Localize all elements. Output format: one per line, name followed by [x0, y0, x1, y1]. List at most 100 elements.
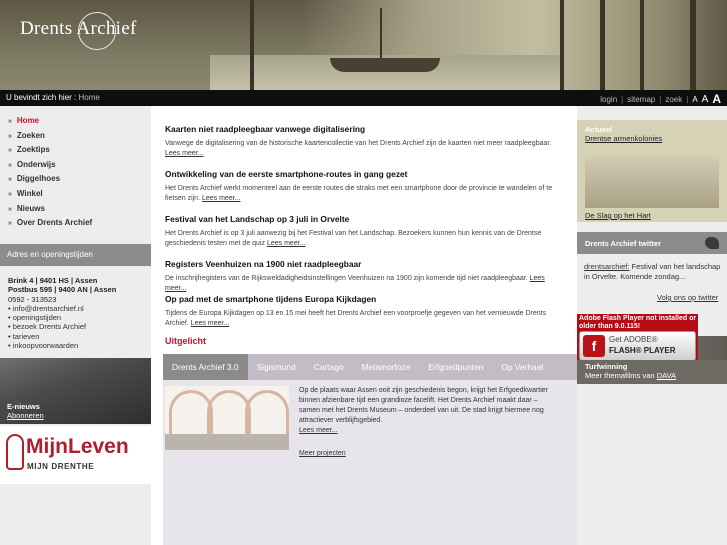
breadcrumb-home[interactable]: Home: [79, 93, 100, 102]
read-more-link[interactable]: Lees meer...: [267, 240, 306, 247]
visit-link[interactable]: bezoek Drents Archief: [13, 322, 86, 331]
actueel-link[interactable]: Drentse armenkolonies: [585, 134, 662, 143]
news-item: Festival van het Landschap op 3 juli in …: [165, 214, 557, 249]
news-title[interactable]: Festival van het Landschap op 3 juli in …: [165, 214, 557, 224]
actueel-link-2[interactable]: De Slag op het Hart: [585, 211, 651, 220]
head-silhouette-icon: [6, 434, 24, 470]
news-body: Tijdens de Europa Kijkdagen op 13 en 15 …: [165, 310, 547, 327]
mijnleven-title: MijnLeven: [26, 435, 129, 458]
news-item: Ontwikkeling van de eerste smartphone-ro…: [165, 169, 557, 204]
actueel-image[interactable]: [585, 156, 719, 208]
chevron-right-icon: »: [8, 220, 12, 228]
read-more-link[interactable]: Lees meer...: [202, 195, 241, 202]
featured-panel: Op de plaats waar Assen ooit zijn geschi…: [163, 380, 577, 545]
dava-link[interactable]: DAVA: [657, 371, 676, 380]
address-phone: 0592 - 313523: [8, 294, 57, 304]
read-more-link[interactable]: Lees meer...: [191, 320, 230, 327]
tweet: drentsarchief: Festival van het landscha…: [584, 262, 722, 281]
sitemap-link[interactable]: sitemap: [627, 95, 655, 104]
enews-title: E-nieuws: [7, 402, 40, 411]
nav-item-nieuws[interactable]: » Nieuws: [8, 202, 151, 217]
tree-decor: [560, 0, 564, 90]
tree-decor: [690, 0, 696, 90]
separator: |: [686, 94, 689, 104]
right-sidebar: Actueel Drentse armenkolonies De Slag op…: [577, 106, 727, 545]
purchase-terms-link[interactable]: inkoopvoorwaarden: [13, 341, 78, 350]
search-link[interactable]: zoek: [665, 95, 682, 104]
nav-item-home[interactable]: » Home: [8, 114, 151, 129]
nav-item-zoeken[interactable]: » Zoeken: [8, 129, 151, 144]
nav-item-over[interactable]: » Over Drents Archief: [8, 216, 151, 231]
main-content: Kaarten niet raadpleegbaar vanwege digit…: [151, 106, 577, 545]
enews-subscribe-link[interactable]: Abonneren: [7, 411, 44, 420]
tab-cartago[interactable]: Cartago: [305, 354, 353, 380]
tab-drents-archief[interactable]: Drents Archief 3.0: [163, 354, 248, 380]
tab-metamorfoze[interactable]: Metamorfoze: [352, 354, 419, 380]
featured-tabs: Drents Archief 3.0 Sigismund Cartago Met…: [163, 354, 577, 380]
chevron-right-icon: »: [8, 190, 12, 198]
flash-warning: Adobe Flash Player not installed or olde…: [579, 315, 697, 330]
turf-box: Turfwinning Meer themafilms van DAVA: [577, 360, 727, 384]
email-link[interactable]: info@drentsarchief.nl: [13, 304, 84, 313]
news-title[interactable]: Registers Veenhuizen na 1900 niet raadpl…: [165, 259, 557, 269]
twitter-follow-link[interactable]: Volg ons op twitter: [657, 293, 718, 302]
address-line: Brink 4 | 9401 HS | Assen: [8, 276, 98, 285]
nav-item-winkel[interactable]: » Winkel: [8, 187, 151, 202]
boat: [330, 58, 440, 72]
featured-text: Op de plaats waar Assen ooit zijn geschi…: [299, 387, 549, 434]
flash-player-label: FLASH® PLAYER: [609, 346, 676, 355]
floor-decor: [165, 434, 289, 450]
news-item: Op pad met de smartphone tijdens Europa …: [165, 294, 557, 329]
nav-item-zoektips[interactable]: » Zoektips: [8, 143, 151, 158]
news-body: De inschrijfregisters van de Rijksweldad…: [165, 275, 545, 292]
login-link[interactable]: login: [600, 95, 617, 104]
nav-item-diggelhoes[interactable]: » Diggelhoes: [8, 172, 151, 187]
mijnleven-subtitle: MIJN DRENTHE: [27, 462, 95, 471]
featured-image[interactable]: [165, 386, 289, 450]
main-nav: » Home » Zoeken » Zoektips » Onderwijs » Digg…: [0, 106, 151, 231]
chevron-right-icon: »: [8, 118, 12, 125]
font-size-medium[interactable]: A: [702, 94, 709, 105]
mijnleven-banner[interactable]: MijnLeven MIJN DRENTHE: [0, 426, 151, 484]
featured-read-more[interactable]: Lees meer...: [299, 427, 338, 434]
separator: |: [621, 94, 624, 104]
get-adobe-label: Get ADOBE®: [609, 335, 658, 344]
flash-logo-icon: f: [583, 335, 605, 357]
site-logo[interactable]: Drents Archief: [20, 18, 137, 40]
news-body: Het Drents Archief werkt momenteel aan d…: [165, 185, 553, 202]
nav-item-onderwijs[interactable]: » Onderwijs: [8, 158, 151, 173]
chevron-right-icon: »: [8, 161, 12, 169]
font-size-large[interactable]: A: [712, 92, 721, 106]
breadcrumb-label: U bevindt zich hier :: [6, 93, 77, 102]
flash-notice: Adobe Flash Player not installed or olde…: [577, 314, 698, 366]
tree-decor: [250, 0, 254, 90]
address-heading: Adres en openingstijden: [0, 244, 151, 266]
tab-erfgoedpunten[interactable]: Erfgoedpunten: [419, 354, 492, 380]
tab-op-verhaal[interactable]: Op Verhaal: [492, 354, 552, 380]
read-more-link[interactable]: Lees meer...: [165, 150, 204, 157]
turf-title: Turfwinning: [585, 362, 628, 371]
address-postbus: Postbus 595 | 9400 AN | Assen: [8, 285, 117, 295]
enews-banner[interactable]: E-nieuws Abonneren: [0, 358, 151, 424]
top-bar: U bevindt zich hier : Home login | sitem…: [0, 90, 727, 106]
font-size-small[interactable]: A: [692, 95, 697, 104]
tweet-user-link[interactable]: drentsarchief:: [584, 262, 629, 271]
address-block: Brink 4 | 9401 HS | Assen Postbus 595 | …: [8, 276, 117, 351]
get-flash-button[interactable]: f Get ADOBE® FLASH® PLAYER: [579, 331, 696, 361]
news-item: Registers Veenhuizen na 1900 niet raadpl…: [165, 259, 557, 294]
news-body: Vanwege de digitalisering van de histori…: [165, 140, 552, 157]
breadcrumb: U bevindt zich hier : Home: [6, 93, 100, 102]
utility-links: login | sitemap | zoek | A A A: [600, 92, 721, 106]
news-body: Het Drents Archief is op 3 juli aanwezig…: [165, 230, 542, 247]
opening-hours-link[interactable]: openingstijden: [13, 313, 61, 322]
separator: |: [659, 94, 662, 104]
news-item: Kaarten niet raadpleegbaar vanwege digit…: [165, 124, 557, 159]
chevron-right-icon: »: [8, 147, 12, 155]
tab-sigismund[interactable]: Sigismund: [248, 354, 305, 380]
more-projects-link[interactable]: Meer projecten: [299, 450, 346, 457]
chevron-right-icon: »: [8, 176, 12, 184]
rates-link[interactable]: tarieven: [13, 332, 40, 341]
news-title[interactable]: Ontwikkeling van de eerste smartphone-ro…: [165, 169, 557, 179]
news-title[interactable]: Op pad met de smartphone tijdens Europa …: [165, 294, 557, 304]
news-title[interactable]: Kaarten niet raadpleegbaar vanwege digit…: [165, 124, 557, 134]
